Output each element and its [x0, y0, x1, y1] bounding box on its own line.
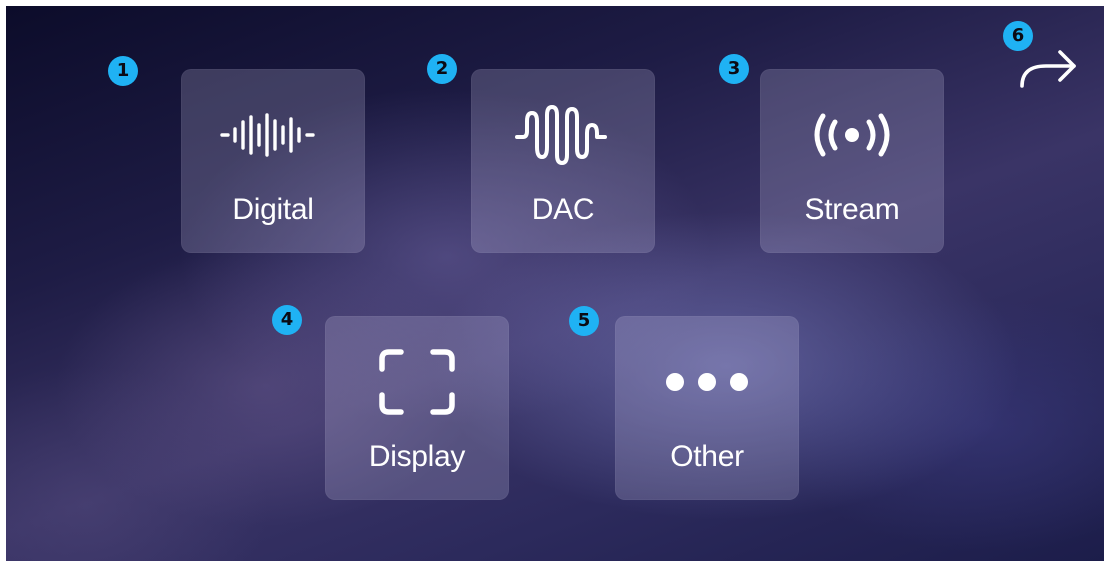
annotation-badge-4: 4	[272, 305, 302, 335]
forward-arrow-icon	[1020, 50, 1076, 88]
display-frame-icon	[325, 349, 509, 415]
tile-display[interactable]: Display	[325, 316, 509, 500]
settings-screen: 1 Digital 2 DAC 3 Stream 4 Display 5 Oth…	[6, 6, 1104, 561]
tile-display-label: Display	[368, 440, 466, 473]
analog-wave-icon	[471, 103, 655, 167]
tile-stream[interactable]: Stream	[760, 69, 944, 253]
annotation-badge-3: 3	[719, 54, 749, 84]
tile-stream-label: Stream	[804, 193, 900, 226]
annotation-badge-5: 5	[569, 306, 599, 336]
broadcast-icon	[760, 103, 944, 167]
tile-digital[interactable]: Digital	[181, 69, 365, 253]
more-dots-icon	[615, 350, 799, 414]
waveform-digital-icon	[181, 103, 365, 167]
forward-arrow-button[interactable]	[1016, 46, 1082, 92]
tile-other[interactable]: Other	[615, 316, 799, 500]
tile-other-label: Other	[670, 440, 744, 473]
tile-dac[interactable]: DAC	[471, 69, 655, 253]
annotation-badge-2: 2	[427, 54, 457, 84]
tile-digital-label: Digital	[232, 193, 314, 226]
annotation-badge-1: 1	[108, 56, 138, 86]
tile-dac-label: DAC	[531, 193, 595, 226]
